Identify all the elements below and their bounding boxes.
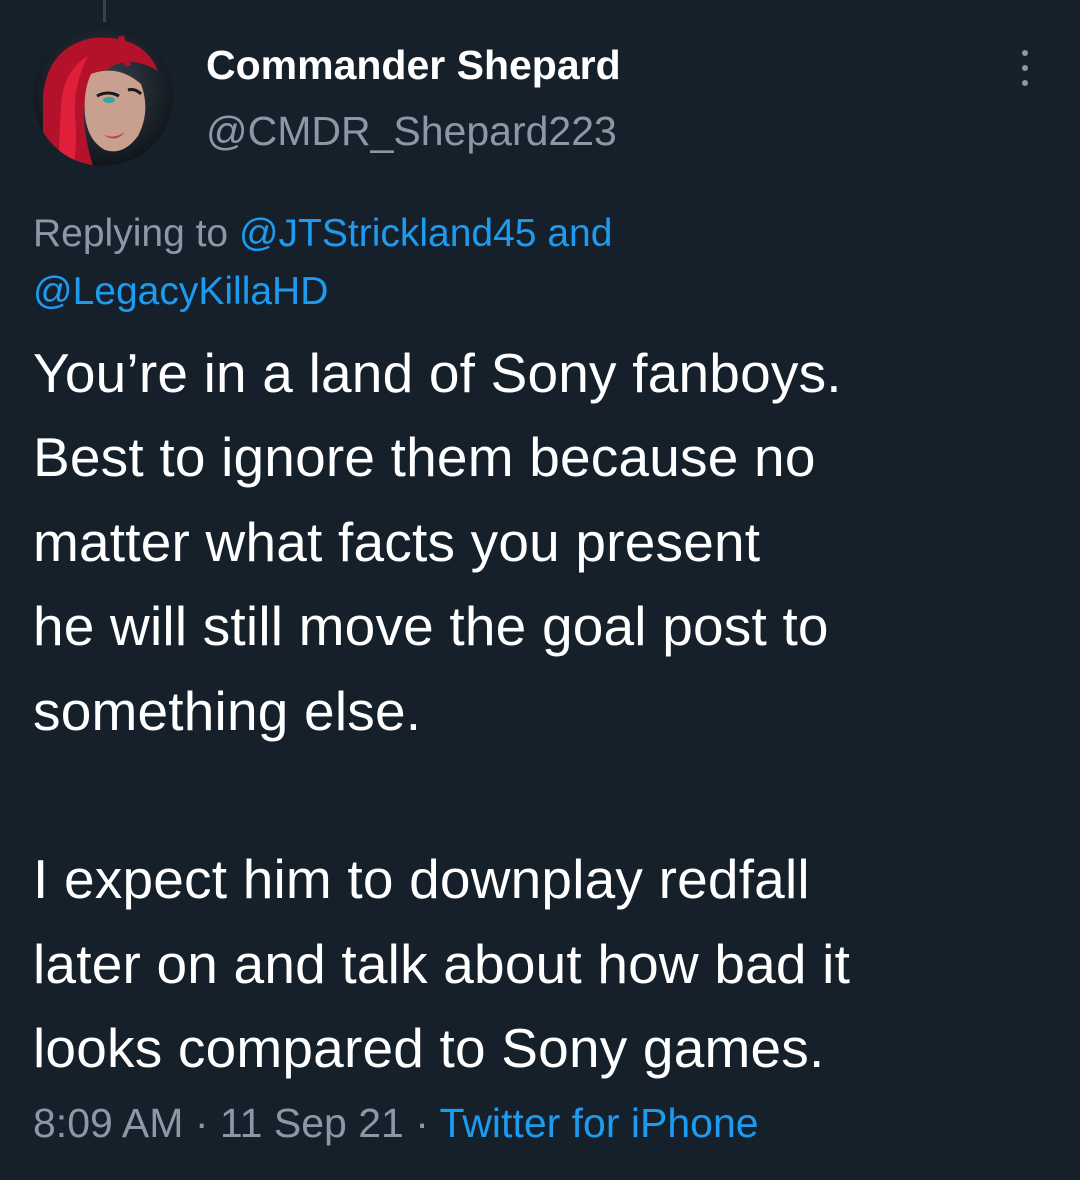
reply-mention-link[interactable]: @LegacyKillaHD bbox=[33, 270, 328, 313]
tweet-text-line: I expect him to downplay redfall bbox=[33, 848, 810, 911]
tweet-text-line: later on and talk about how bad it bbox=[33, 932, 851, 995]
tweet-body: You’re in a land of Sony fanboys. Best t… bbox=[33, 331, 1053, 1091]
meta-separator: · bbox=[415, 1100, 429, 1146]
tweet-date[interactable]: 11 Sep 21 bbox=[220, 1100, 404, 1146]
avatar-image bbox=[33, 26, 173, 166]
more-options-icon[interactable] bbox=[1010, 50, 1040, 86]
reply-mention-conjunction: and bbox=[547, 212, 613, 255]
tweet-metadata: 8:09 AM · 11 Sep 21 · Twitter for iPhone bbox=[33, 1100, 759, 1147]
tweet-source-link[interactable]: Twitter for iPhone bbox=[440, 1100, 759, 1146]
tweet-text-line: looks compared to Sony games. bbox=[33, 1017, 825, 1080]
author-display-name[interactable]: Commander Shepard bbox=[206, 42, 621, 89]
tweet-text-line: matter what facts you present bbox=[33, 510, 761, 573]
more-options-dot bbox=[1022, 65, 1028, 71]
replying-to-prefix: Replying to bbox=[33, 212, 229, 255]
replying-to-line: Replying to @JTStrickland45 and @LegacyK… bbox=[33, 205, 1043, 321]
avatar[interactable] bbox=[33, 26, 173, 166]
reply-mention-link[interactable]: @JTStrickland45 bbox=[239, 212, 537, 255]
thread-connector-line bbox=[103, 0, 106, 22]
tweet-text-line: Best to ignore them because no bbox=[33, 426, 816, 489]
paragraph-break bbox=[33, 753, 1053, 837]
more-options-dot bbox=[1022, 50, 1028, 56]
meta-separator: · bbox=[194, 1100, 209, 1146]
tweet-time[interactable]: 8:09 AM bbox=[33, 1100, 183, 1146]
author-handle[interactable]: @CMDR_Shepard223 bbox=[206, 108, 617, 155]
tweet-text-line: something else. bbox=[33, 679, 422, 742]
tweet-text-line: he will still move the goal post to bbox=[33, 595, 829, 658]
tweet-text-line: You’re in a land of Sony fanboys. bbox=[33, 342, 842, 404]
more-options-dot bbox=[1022, 80, 1028, 86]
